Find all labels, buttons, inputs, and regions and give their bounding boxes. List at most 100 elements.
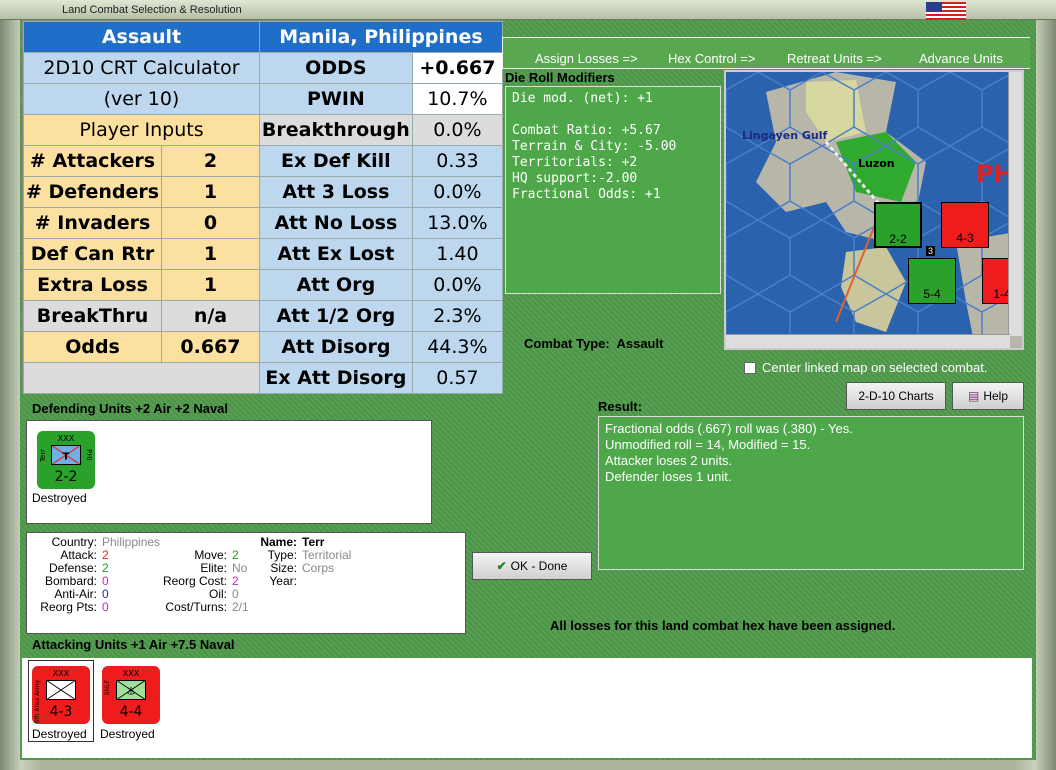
attacking-units-box: XXX Sth Area Army 4-3 Destroyed XXX ⚓ SN… <box>22 658 1032 758</box>
result-box: Fractional odds (.667) roll was (.380) -… <box>598 416 1024 570</box>
help-button[interactable]: ▤ Help <box>952 382 1024 410</box>
combat-type-value: Assault <box>616 336 664 351</box>
title-bar[interactable]: Land Combat Selection & Resolution <box>0 0 1056 22</box>
drm-line: Die mod. (net): +1 <box>512 91 653 106</box>
result-line: Defender loses 1 unit. <box>605 469 732 484</box>
result-label: Ex Att Disorg <box>258 362 413 394</box>
result-value: 0.0% <box>411 269 504 301</box>
assign-losses-link[interactable]: Assign Losses => <box>535 51 638 66</box>
map-label-gulf: Lingayen Gulf <box>742 129 828 142</box>
svg-text:⚓: ⚓ <box>127 687 136 698</box>
map-unit-strength: 5-4 <box>923 287 941 301</box>
advance-units-link[interactable]: Advance Units <box>919 51 1003 66</box>
retreat-units-link[interactable]: Retreat Units => <box>787 51 882 66</box>
unit-status: Destroyed <box>32 727 87 741</box>
result-label: Att Org <box>258 269 413 301</box>
result-value: 0.57 <box>411 362 504 394</box>
input-value[interactable]: 1 <box>161 269 260 301</box>
map-unit-green[interactable]: 5-4 <box>908 258 956 304</box>
calc-header-location: Manila, Philippines <box>258 21 504 53</box>
input-label: Extra Loss <box>22 269 163 301</box>
result-label: PWIN <box>258 83 413 115</box>
crt-calculator: Assault Manila, Philippines 2D10 CRT Cal… <box>22 20 504 394</box>
map-label-luzon: Luzon <box>858 157 895 170</box>
window-title: Land Combat Selection & Resolution <box>62 4 242 16</box>
unit-strength: 2-2 <box>54 469 78 485</box>
map-unit-strength: 4-3 <box>956 231 974 245</box>
info-label: Cost/Turns: <box>165 600 227 614</box>
charts-button[interactable]: 2-D-10 Charts <box>846 382 946 410</box>
mini-map[interactable]: Lingayen Gulf Luzon PH 2-2 4-3 5-4 1-4 3 <box>724 70 1024 350</box>
map-unit-defender[interactable]: 2-2 <box>874 202 922 248</box>
svg-text:T: T <box>63 452 70 463</box>
attacker-unit-counter[interactable]: XXX ⚓ SNLF 4-4 <box>102 666 160 724</box>
losses-message: All losses for this land combat hex have… <box>550 618 896 633</box>
result-label: Att Disorg <box>258 331 413 363</box>
unit-side-label: PHI <box>85 449 93 461</box>
calc-title: 2D10 CRT Calculator <box>23 52 260 84</box>
drm-line: HQ support:-2.00 <box>512 171 638 186</box>
result-label: Att 3 Loss <box>258 176 413 208</box>
result-line: Fractional odds (.667) roll was (.380) -… <box>605 421 853 436</box>
infantry-icon <box>46 680 76 700</box>
result-value: 1.40 <box>411 238 504 270</box>
stack-count: 3 <box>926 246 936 256</box>
ok-done-label: OK - Done <box>510 559 568 573</box>
player-inputs-header: Player Inputs <box>23 114 260 146</box>
input-value[interactable]: 2 <box>161 145 260 177</box>
input-label: # Defenders <box>22 176 163 208</box>
defender-unit-counter[interactable]: XXX T Terr PHI 2-2 <box>37 431 95 489</box>
result-label: Att 1/2 Org <box>258 300 413 332</box>
attacker-unit-counter[interactable]: XXX Sth Area Army 4-3 <box>32 666 90 724</box>
result-value: 0.33 <box>411 145 504 177</box>
input-value: n/a <box>161 300 260 332</box>
unit-info-panel: Country: Philippines Attack: 2 Defense: … <box>26 532 466 634</box>
calc-version: (ver 10) <box>23 83 260 115</box>
drm-line: Combat Ratio: +5.67 <box>512 123 661 138</box>
map-unit-strength: 2-2 <box>889 232 907 246</box>
result-value: 44.3% <box>411 331 504 363</box>
unit-side-label: SNLF <box>104 680 111 696</box>
center-map-label: Center linked map on selected combat. <box>762 360 988 375</box>
hex-control-link[interactable]: Hex Control => <box>668 51 755 66</box>
info-country: Philippines <box>102 535 161 549</box>
result-label: Ex Def Kill <box>258 145 413 177</box>
help-button-label: Help <box>983 389 1009 403</box>
result-label: ODDS <box>258 52 413 84</box>
checkmark-icon: ✔ <box>496 559 507 573</box>
input-value[interactable]: 1 <box>161 238 260 270</box>
result-value: 0.0% <box>411 114 504 146</box>
map-hscrollbar[interactable] <box>726 334 1010 348</box>
result-value: 13.0% <box>411 207 504 239</box>
result-label: Breakthrough <box>258 114 413 146</box>
result-value: 2.3% <box>411 300 504 332</box>
input-value[interactable]: 1 <box>161 176 260 208</box>
center-map-checkbox[interactable] <box>744 361 756 374</box>
phase-bar: Assign Losses => Hex Control => Retreat … <box>502 37 1030 69</box>
combat-type: Combat Type: Assault <box>524 336 663 351</box>
result-value: +0.667 <box>411 52 504 84</box>
defending-units-box: XXX T Terr PHI 2-2 Destroyed <box>26 420 432 524</box>
unit-size-marker: XXX <box>122 669 140 678</box>
info-size: Corps <box>302 561 335 575</box>
calc-header-mode: Assault <box>23 21 260 53</box>
empty-cell <box>23 362 260 394</box>
die-roll-box: Die mod. (net): +1 Combat Ratio: +5.67 T… <box>505 86 721 294</box>
input-value[interactable]: 0 <box>161 207 260 239</box>
territorial-infantry-icon: T <box>51 445 81 465</box>
input-label: # Invaders <box>22 207 163 239</box>
info-reorg: 0 <box>102 600 109 614</box>
result-line: Attacker loses 2 units. <box>605 453 733 468</box>
marine-icon: ⚓ <box>116 680 146 700</box>
center-map-option[interactable]: Center linked map on selected combat. <box>744 360 987 375</box>
map-unit-attacker[interactable]: 4-3 <box>941 202 989 248</box>
result-value: 10.7% <box>411 83 504 115</box>
unit-strength: 4-3 <box>49 704 73 720</box>
unit-size-marker: XXX <box>52 669 70 678</box>
ok-done-button[interactable]: ✔ OK - Done <box>472 552 592 580</box>
info-label: Reorg Pts: <box>40 600 97 614</box>
us-flag-icon <box>926 2 966 22</box>
map-vscrollbar[interactable] <box>1008 72 1022 336</box>
drm-line <box>512 107 714 123</box>
charts-button-label: 2-D-10 Charts <box>858 389 934 403</box>
